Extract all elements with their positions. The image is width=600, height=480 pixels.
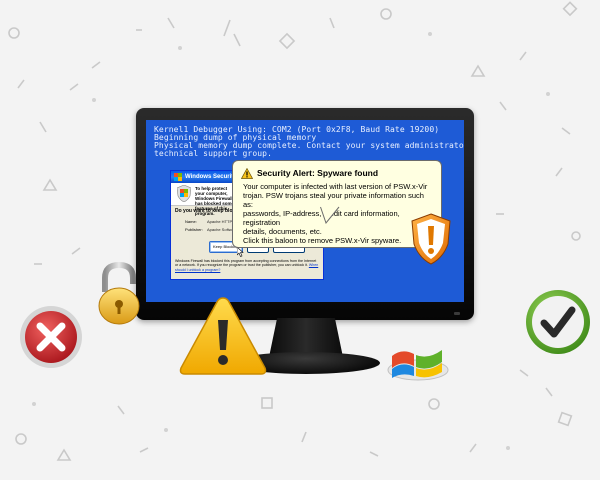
- monitor-screen: Kernel1 Debugger Using: COM2 (Port 0x2F8…: [146, 120, 464, 302]
- publisher-row: Publisher: Apache Software Foundation: [185, 227, 259, 232]
- padlock-icon: [98, 262, 140, 325]
- dialog-footer: Windows Firewall has blocked this progra…: [175, 259, 319, 272]
- debugger-line: technical support group.: [154, 149, 272, 158]
- monitor: Kernel1 Debugger Using: COM2 (Port 0x2F8…: [136, 108, 474, 320]
- balloon-line: Click this baloon to remove PSW.x-Vir sp…: [243, 236, 402, 245]
- balloon-title: Security Alert: Spyware found: [241, 168, 433, 179]
- mouse-cursor-icon: [237, 247, 244, 257]
- windows-shield-icon: [177, 185, 191, 202]
- balloon-tail: [320, 206, 340, 224]
- orange-shield-icon: [411, 213, 451, 265]
- warning-icon: [241, 168, 253, 179]
- balloon-title-text: Security Alert: Spyware found: [257, 168, 379, 178]
- balloon-line: details, documents, etc.: [243, 227, 322, 236]
- debugger-text: Kernel1 Debugger Using: COM2 (Port 0x2F8…: [154, 126, 464, 158]
- dialog-footer-text: Windows Firewall has blocked this progra…: [175, 259, 317, 268]
- publisher-label: Publisher:: [185, 227, 203, 232]
- shield-icon: [174, 173, 182, 181]
- program-name-row: Name: Apache HTTP Server: [185, 219, 245, 224]
- large-warning-icon: [179, 297, 267, 375]
- green-check-icon: [526, 290, 590, 354]
- power-indicator: [454, 312, 460, 315]
- name-label: Name:: [185, 219, 197, 224]
- windows-flag-icon: [387, 350, 449, 381]
- balloon-line: Your computer is infected with last vers…: [243, 182, 428, 191]
- red-x-icon: [20, 306, 82, 368]
